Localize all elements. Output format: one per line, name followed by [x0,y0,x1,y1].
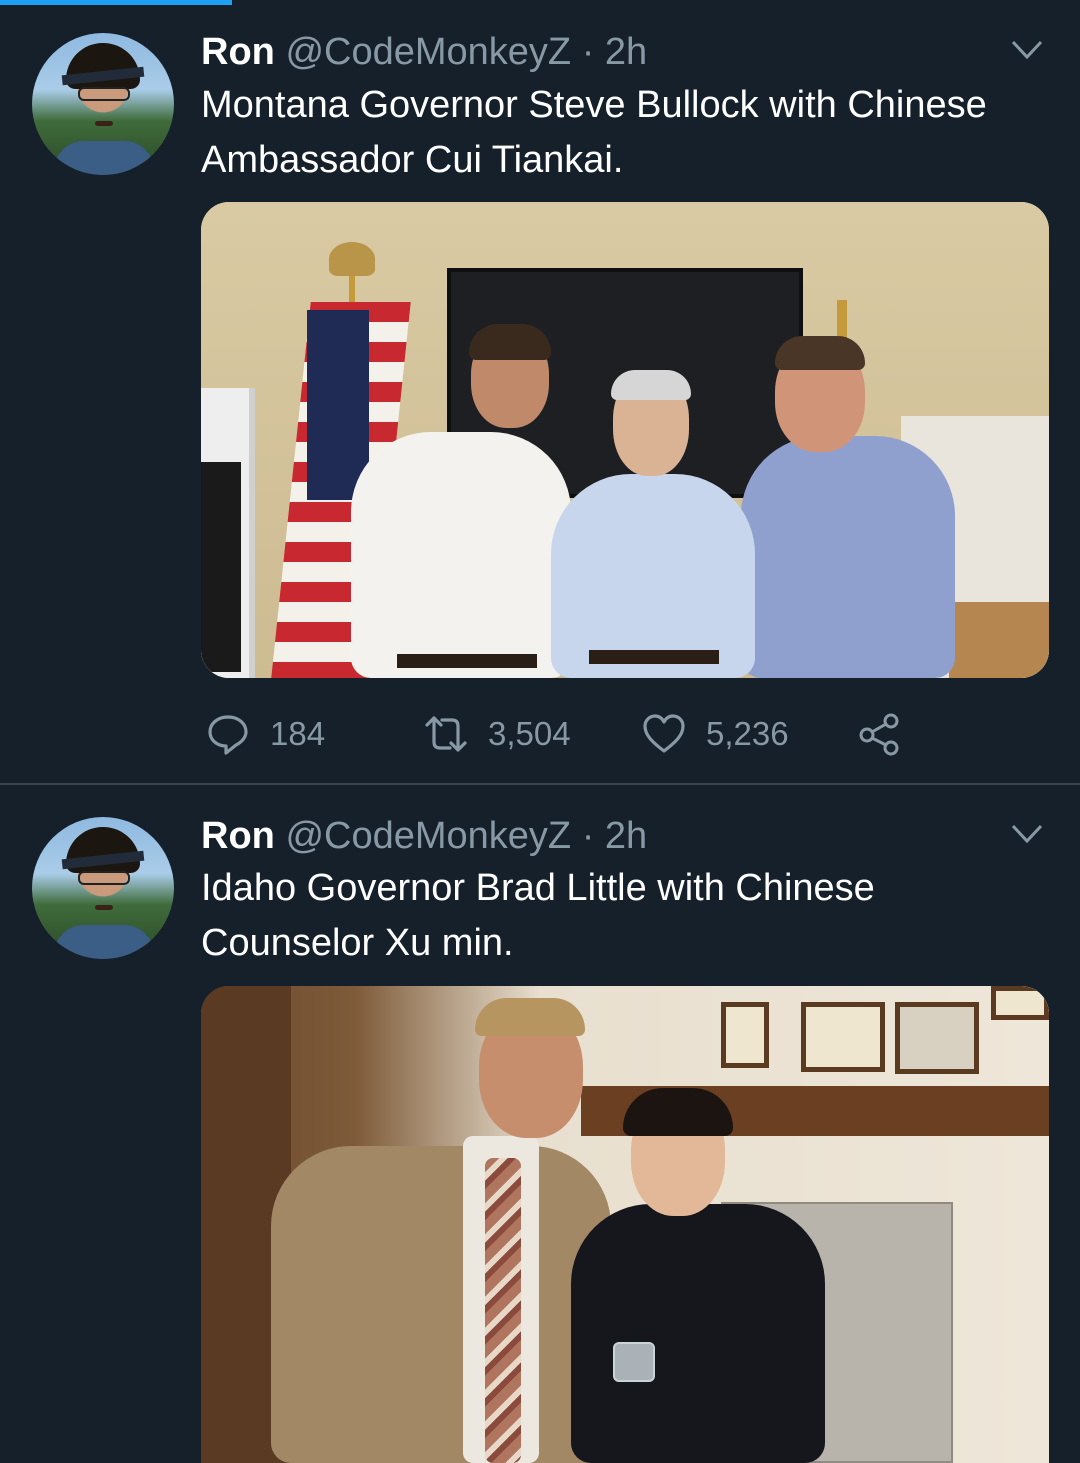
tweet-header: Ron @CodeMonkeyZ · 2h [201,30,647,74]
tweet-header: Ron @CodeMonkeyZ · 2h [201,814,647,858]
reply-button[interactable]: 184 [206,706,325,762]
separator: · [581,31,595,73]
reply-icon [208,715,248,755]
tweet-photo-2[interactable] [201,986,1049,1463]
tweet-photo[interactable] [201,202,1049,678]
tweet-actions: 184 3,504 5,236 [0,706,1080,762]
author-name[interactable]: Ron [201,31,275,73]
like-button[interactable]: 5,236 [642,706,789,762]
retweet-button[interactable]: 3,504 [424,706,571,762]
retweet-icon [425,716,467,752]
author-handle[interactable]: @CodeMonkeyZ [285,31,571,73]
timestamp[interactable]: 2h [605,815,647,857]
avatar[interactable] [32,33,174,175]
avatar[interactable] [32,817,174,959]
retweet-count: 3,504 [488,715,571,752]
separator: · [581,815,595,857]
tweet[interactable]: Ron @CodeMonkeyZ · 2h Montana Governor S… [0,0,1080,785]
timestamp[interactable]: 2h [605,31,647,73]
reply-count: 184 [270,715,326,752]
like-count: 5,236 [706,715,789,752]
share-button[interactable] [858,706,902,762]
author-handle[interactable]: @CodeMonkeyZ [285,815,571,857]
share-icon [859,713,899,756]
tweet-text: Idaho Governor Brad Little with Chinese … [201,867,875,964]
tweet-text: Montana Governor Steve Bullock with Chin… [201,84,987,181]
author-name[interactable]: Ron [201,815,275,857]
heart-icon [643,714,685,753]
chevron-down-icon[interactable] [1010,822,1044,846]
chevron-down-icon[interactable] [1010,38,1044,62]
